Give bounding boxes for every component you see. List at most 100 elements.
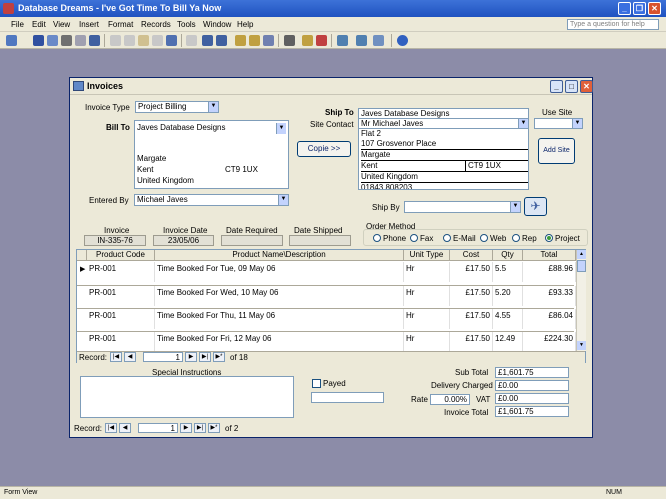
bill-to-address[interactable]: Javes Database Designs Margate Kent CT9 … <box>134 120 289 189</box>
save-icon[interactable] <box>33 35 44 46</box>
insert-hyperlink-icon[interactable] <box>186 35 197 46</box>
undo-icon[interactable] <box>166 35 177 46</box>
menu-edit[interactable]: Edit <box>32 20 46 29</box>
col-total[interactable]: Total <box>523 250 576 261</box>
copy-icon[interactable] <box>124 35 135 46</box>
paste-icon[interactable] <box>138 35 149 46</box>
row-total[interactable]: £86.04 <box>523 309 576 329</box>
form-maximize-icon[interactable]: □ <box>565 80 578 93</box>
chevron-down-icon[interactable]: ▼ <box>510 202 520 212</box>
row-code[interactable]: PR-001 <box>87 262 155 282</box>
order-method-web-radio[interactable] <box>480 234 488 242</box>
form-previous-record-icon[interactable]: ◀ <box>119 423 131 433</box>
search-icon[interactable] <box>47 35 58 46</box>
col-cost[interactable]: Cost <box>450 250 493 261</box>
previous-record-icon[interactable]: ◀ <box>124 352 136 362</box>
new-object-icon[interactable] <box>373 35 384 46</box>
menu-file[interactable]: File <box>11 20 24 29</box>
row-qty[interactable]: 5.20 <box>493 286 523 306</box>
form-new-record-icon[interactable]: ▶* <box>208 423 220 433</box>
row-qty[interactable]: 4.55 <box>493 309 523 329</box>
chevron-down-icon[interactable]: ▼ <box>572 119 582 128</box>
menu-records[interactable]: Records <box>141 20 171 29</box>
spelling-icon[interactable] <box>89 35 100 46</box>
row-total[interactable]: £88.96 <box>523 262 576 282</box>
col-unit-type[interactable]: Unit Type <box>404 250 450 261</box>
help-icon[interactable] <box>397 35 408 46</box>
order-method-phone-radio[interactable] <box>373 234 381 242</box>
rate-field[interactable]: 0.00% <box>430 394 470 405</box>
sort-descending-icon[interactable] <box>216 35 227 46</box>
form-close-icon[interactable]: ✕ <box>580 80 593 93</box>
sort-ascending-icon[interactable] <box>202 35 213 46</box>
properties-icon[interactable] <box>337 35 348 46</box>
chevron-down-icon[interactable]: ▼ <box>208 102 218 112</box>
row-cost[interactable]: £17.50 <box>450 309 493 329</box>
row-total[interactable]: £224.30 <box>523 332 576 352</box>
minimize-icon[interactable]: _ <box>618 2 631 15</box>
use-site-select[interactable]: ▼ <box>534 118 583 129</box>
row-unit[interactable]: Hr <box>404 262 450 282</box>
col-qty[interactable]: Qty <box>493 250 523 261</box>
apply-filter-icon[interactable] <box>263 35 274 46</box>
find-icon[interactable] <box>284 35 295 46</box>
cut-icon[interactable] <box>110 35 121 46</box>
preview-icon[interactable] <box>75 35 86 46</box>
invoice-type-select[interactable]: Project Billing ▼ <box>135 101 219 113</box>
row-cost[interactable]: £17.50 <box>450 262 493 282</box>
format-painter-icon[interactable] <box>152 35 163 46</box>
form-next-record-icon[interactable]: ▶ <box>180 423 192 433</box>
entered-by-select[interactable]: Michael Javes ▼ <box>134 194 289 206</box>
order-method-rep-radio[interactable] <box>512 234 520 242</box>
order-method-fax-radio[interactable] <box>410 234 418 242</box>
payed-date-field[interactable] <box>311 392 384 403</box>
row-code[interactable]: PR-001 <box>87 309 155 329</box>
row-total[interactable]: £93.33 <box>523 286 576 306</box>
col-product-code[interactable]: Product Code <box>87 250 155 261</box>
delete-record-icon[interactable] <box>316 35 327 46</box>
next-record-icon[interactable]: ▶ <box>185 352 197 362</box>
new-record-icon[interactable] <box>302 35 313 46</box>
form-last-record-icon[interactable]: ▶| <box>194 423 206 433</box>
add-site-button[interactable]: Add Site <box>538 138 575 164</box>
row-code[interactable]: PR-001 <box>87 286 155 306</box>
close-icon[interactable]: ✕ <box>648 2 661 15</box>
row-description[interactable]: Time Booked For Fri, 12 May 06 <box>155 332 404 352</box>
special-instructions-field[interactable] <box>80 376 294 418</box>
filter-by-form-icon[interactable] <box>249 35 260 46</box>
payed-checkbox[interactable] <box>312 379 321 388</box>
form-minimize-icon[interactable]: _ <box>550 80 563 93</box>
menu-tools[interactable]: Tools <box>177 20 196 29</box>
ship-address-lines[interactable]: Flat 2 107 Grosvenor Place Margate Kent … <box>358 128 529 190</box>
print-icon[interactable] <box>61 35 72 46</box>
order-method-email-radio[interactable] <box>443 234 451 242</box>
chevron-down-icon[interactable]: ▼ <box>518 119 528 128</box>
row-unit[interactable]: Hr <box>404 286 450 306</box>
filter-by-selection-icon[interactable] <box>235 35 246 46</box>
form-first-record-icon[interactable]: |◀ <box>105 423 117 433</box>
row-qty[interactable]: 5.5 <box>493 262 523 282</box>
restore-icon[interactable]: ❐ <box>633 2 646 15</box>
copie-button[interactable]: Copie >> <box>297 141 351 157</box>
row-description[interactable]: Time Booked For Wed, 10 May 06 <box>155 286 404 306</box>
row-description[interactable]: Time Booked For Tue, 09 May 06 <box>155 262 404 282</box>
database-window-icon[interactable] <box>356 35 367 46</box>
menu-help[interactable]: Help <box>237 20 253 29</box>
row-qty[interactable]: 12.49 <box>493 332 523 352</box>
subform-scrollbar[interactable]: ▲ ▼ <box>576 250 586 351</box>
new-record-nav-icon[interactable]: ▶* <box>213 352 225 362</box>
last-record-icon[interactable]: ▶| <box>199 352 211 362</box>
design-view-icon[interactable] <box>6 35 17 46</box>
chevron-down-icon[interactable]: ▼ <box>276 123 286 134</box>
menu-window[interactable]: Window <box>203 20 231 29</box>
row-description[interactable]: Time Booked For Thu, 11 May 06 <box>155 309 404 329</box>
ask-question-input[interactable]: Type a question for help <box>567 19 659 30</box>
chevron-down-icon[interactable]: ▼ <box>278 195 288 205</box>
row-cost[interactable]: £17.50 <box>450 286 493 306</box>
row-unit[interactable]: Hr <box>404 309 450 329</box>
ship-airplane-button[interactable]: ✈ <box>524 197 547 216</box>
row-code[interactable]: PR-001 <box>87 332 155 352</box>
order-method-project-radio[interactable] <box>545 234 553 242</box>
delivery-charged-field[interactable]: £0.00 <box>495 380 569 391</box>
menu-view[interactable]: View <box>53 20 70 29</box>
